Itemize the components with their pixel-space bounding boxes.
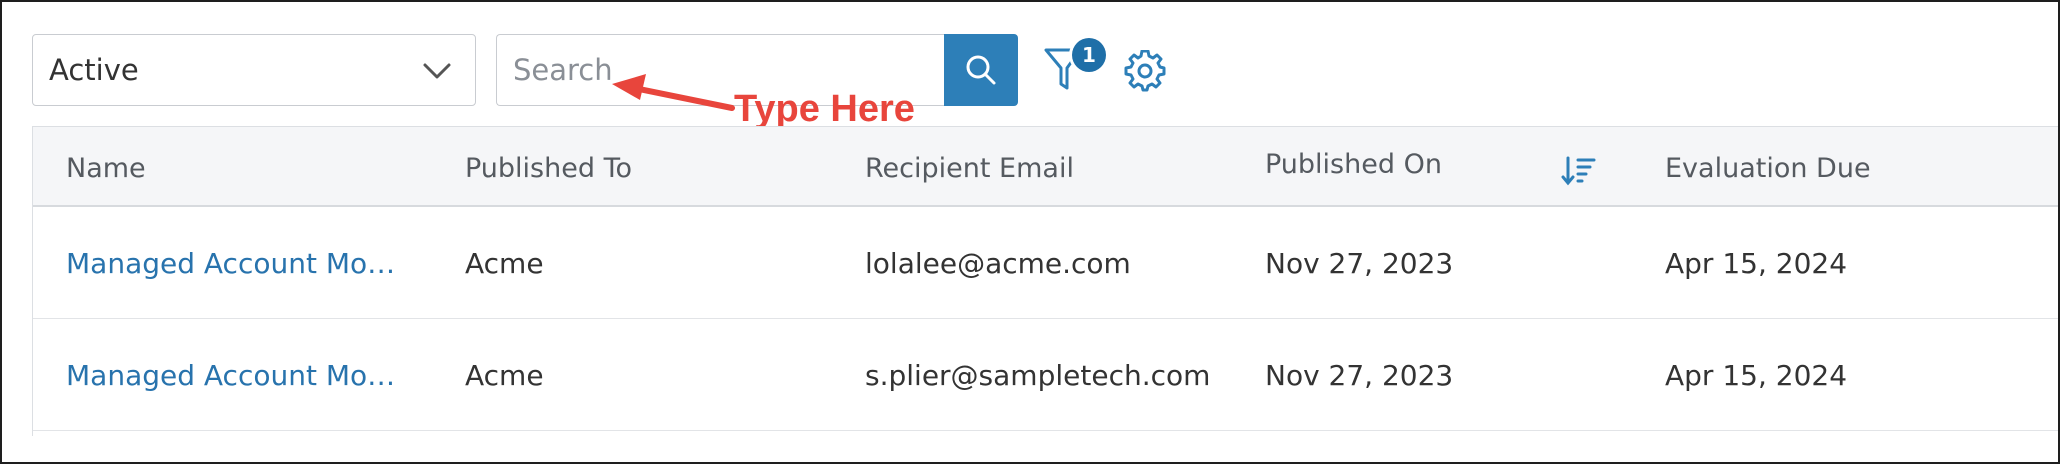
row-evaluation-due: Apr 15, 2024	[1665, 247, 1848, 280]
row-recipient-email: s.plier@sampletech.com	[865, 359, 1211, 392]
row-name-link[interactable]: Managed Account Model	[66, 247, 396, 280]
annotation-text: Type Here	[734, 88, 915, 130]
row-published-on: Nov 27, 2023	[1265, 359, 1454, 392]
column-header-published-on[interactable]: Published On	[1265, 149, 1442, 180]
table-row[interactable]: Managed Account Model Acme s.plier@sampl…	[33, 319, 2058, 431]
sort-descending-icon[interactable]	[1561, 155, 1597, 187]
table-header: Name Published To Recipient Email Publis…	[33, 127, 2058, 207]
row-published-to: Acme	[465, 247, 544, 280]
gear-icon[interactable]	[1124, 50, 1166, 92]
status-select-value: Active	[49, 53, 139, 87]
column-header-recipient-email[interactable]: Recipient Email	[865, 153, 1074, 184]
row-published-to: Acme	[465, 359, 544, 392]
evaluations-table: Name Published To Recipient Email Publis…	[32, 126, 2058, 436]
row-published-on: Nov 27, 2023	[1265, 247, 1454, 280]
column-header-published-to[interactable]: Published To	[465, 153, 632, 184]
table-row[interactable]: Managed Account Model Acme lolalee@acme.…	[33, 207, 2058, 319]
annotation-arrow	[612, 74, 735, 111]
search-icon	[966, 55, 996, 85]
filter-count-badge: 1	[1072, 38, 1106, 72]
app-frame: Active 1 Type Here Name Published To Rec	[0, 0, 2060, 464]
chevron-down-icon	[423, 63, 451, 79]
column-header-name[interactable]: Name	[66, 153, 146, 184]
row-evaluation-due: Apr 15, 2024	[1665, 359, 1848, 392]
column-header-evaluation-due[interactable]: Evaluation Due	[1665, 153, 1871, 184]
status-select[interactable]: Active	[32, 34, 476, 106]
row-name-link[interactable]: Managed Account Model	[66, 359, 396, 392]
search-button[interactable]	[944, 34, 1018, 106]
row-recipient-email: lolalee@acme.com	[865, 247, 1131, 280]
